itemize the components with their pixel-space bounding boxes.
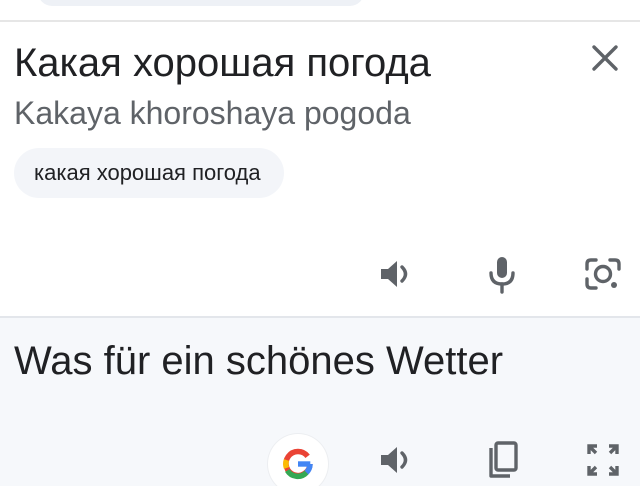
copy-translation-button[interactable]: [478, 436, 526, 484]
speaker-icon: [381, 447, 408, 473]
microphone-icon: [489, 257, 515, 294]
previous-input-pill[interactable]: [38, 0, 364, 6]
camera-icon: [585, 258, 621, 290]
translation-actions: [0, 436, 640, 486]
source-panel: Какая хорошая погода Kakaya khoroshaya p…: [0, 22, 640, 316]
source-text[interactable]: Какая хорошая погода: [14, 40, 431, 86]
copy-icon: [489, 441, 518, 478]
translation-listen-button[interactable]: [372, 436, 420, 484]
source-listen-button[interactable]: [372, 250, 420, 298]
source-actions: [0, 244, 640, 304]
clear-input-button[interactable]: [585, 38, 625, 78]
suggestion-chip[interactable]: какая хорошая погода: [14, 148, 284, 198]
source-transliteration: Kakaya khoroshaya pogoda: [14, 95, 411, 131]
fullscreen-button[interactable]: [579, 436, 627, 484]
translation-text: Was für ein schönes Wetter: [14, 339, 504, 383]
fullscreen-icon: [587, 444, 619, 476]
microphone-button[interactable]: [478, 250, 526, 298]
close-icon: [592, 45, 618, 71]
speaker-icon: [381, 261, 408, 287]
translation-panel: Was für ein schönes Wetter: [0, 318, 640, 486]
camera-translate-button[interactable]: [579, 250, 627, 298]
